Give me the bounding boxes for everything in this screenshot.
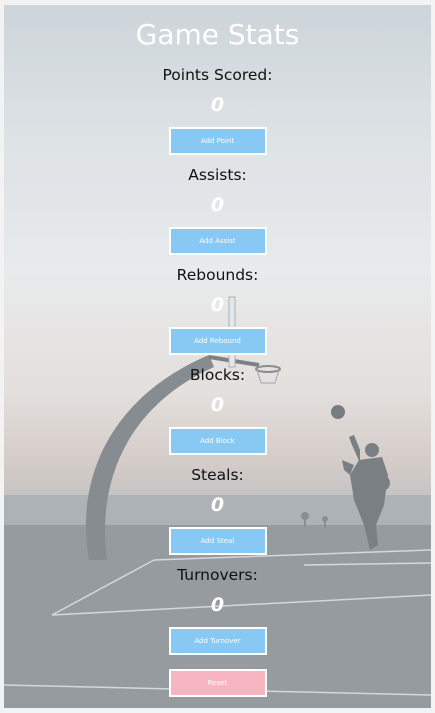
add-turnover-button[interactable]: Add Turnover — [168, 627, 267, 655]
stat-blocks: Blocks: 0 Add Block — [168, 355, 267, 455]
stat-turnovers: Turnovers: 0 Add Turnover — [168, 555, 267, 655]
stat-assists: Assists: 0 Add Assist — [168, 155, 267, 255]
stat-rebounds: Rebounds: 0 Add Rebound — [168, 255, 267, 355]
add-assist-button[interactable]: Add Assist — [168, 227, 267, 255]
stat-value-steals: 0 — [210, 494, 225, 516]
stat-value-rebounds: 0 — [210, 294, 225, 316]
stat-label-assists: Assists: — [188, 166, 247, 184]
reset-button[interactable]: Reset — [168, 669, 267, 697]
stat-label-turnovers: Turnovers: — [177, 566, 258, 584]
stats-panel: Game Stats Points Scored: 0 Add Point As… — [4, 5, 431, 697]
stat-label-points: Points Scored: — [162, 66, 273, 84]
add-rebound-button[interactable]: Add Rebound — [168, 327, 267, 355]
stat-label-steals: Steals: — [191, 466, 244, 484]
stat-points: Points Scored: 0 Add Point — [162, 55, 273, 155]
stat-value-blocks: 0 — [210, 394, 225, 416]
stat-label-blocks: Blocks: — [189, 366, 246, 384]
stat-value-assists: 0 — [210, 194, 225, 216]
add-block-button[interactable]: Add Block — [168, 427, 267, 455]
stat-value-turnovers: 0 — [210, 594, 225, 616]
add-steal-button[interactable]: Add Steal — [168, 527, 267, 555]
page-title: Game Stats — [135, 18, 300, 51]
add-point-button[interactable]: Add Point — [168, 127, 267, 155]
stat-steals: Steals: 0 Add Steal — [168, 455, 267, 555]
stat-value-points: 0 — [210, 94, 225, 116]
stat-label-rebounds: Rebounds: — [176, 266, 259, 284]
app-window: Game Stats Points Scored: 0 Add Point As… — [4, 5, 431, 708]
